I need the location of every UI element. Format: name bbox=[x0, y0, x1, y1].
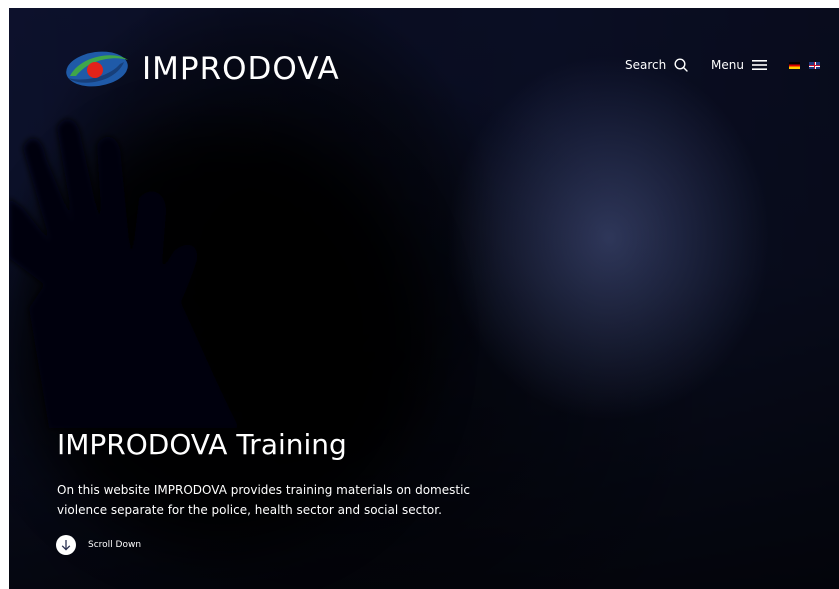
scroll-down-button[interactable]: Scroll Down bbox=[56, 535, 141, 555]
scroll-down-label: Scroll Down bbox=[88, 540, 142, 550]
german-flag-icon[interactable] bbox=[789, 62, 800, 69]
arrow-down-icon bbox=[56, 535, 76, 555]
hero-description: On this website IMPRODOVA provides train… bbox=[57, 483, 470, 517]
hamburger-icon bbox=[751, 60, 767, 70]
search-button[interactable]: Search bbox=[625, 58, 688, 72]
top-navigation-bar: IMPRODOVA Search Menu bbox=[9, 8, 839, 128]
hero-section: IMPRODOVA Search Menu IMPRODOVA Training… bbox=[9, 8, 839, 589]
improdova-logo-icon bbox=[66, 51, 128, 87]
improdova-logo-link[interactable]: IMPRODOVA bbox=[64, 46, 340, 92]
menu-label: Menu bbox=[711, 58, 744, 72]
uk-flag-icon[interactable] bbox=[809, 62, 820, 69]
search-label: Search bbox=[625, 58, 667, 72]
hero-title: IMPRODOVA Training bbox=[57, 428, 347, 461]
menu-button[interactable]: Menu bbox=[711, 58, 767, 72]
brand-name: IMPRODOVA bbox=[142, 51, 340, 87]
language-switcher bbox=[789, 62, 820, 69]
search-icon bbox=[674, 58, 688, 72]
